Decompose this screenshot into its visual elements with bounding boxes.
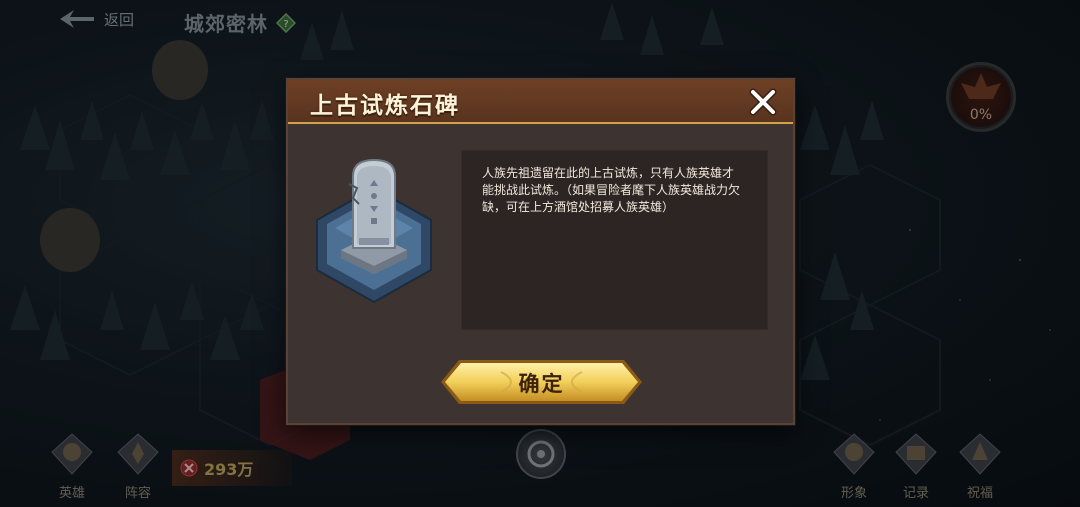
stone-stele-icon	[316, 158, 432, 304]
description-panel: 人族先祖遗留在此的上古试炼，只有人族英雄才能挑战此试炼。（如果冒险者麾下人族英雄…	[461, 150, 768, 330]
close-icon	[749, 88, 777, 116]
dialog-title: 上古试炼石碑	[310, 93, 460, 119]
description-text: 人族先祖遗留在此的上古试炼，只有人族英雄才能挑战此试炼。（如果冒险者麾下人族英雄…	[482, 166, 741, 214]
confirm-button[interactable]: 确定	[441, 358, 642, 406]
dialog-header: 上古试炼石碑	[288, 80, 793, 124]
close-button[interactable]	[747, 86, 779, 118]
trial-stele-dialog: 上古试炼石碑 人族先祖遗留在此的上古试炼，只有人族英雄才能挑战此试炼。（如果冒险…	[286, 78, 795, 425]
confirm-label: 确定	[518, 372, 565, 396]
